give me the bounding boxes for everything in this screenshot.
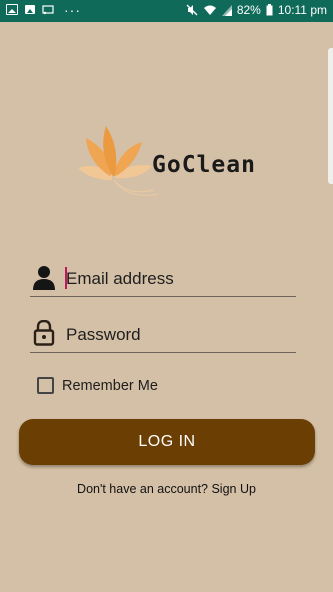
status-bar: ··· 82% 10:11 pm [0, 0, 333, 22]
email-field[interactable]: Email address [30, 262, 296, 297]
login-button[interactable]: LOG IN [19, 419, 315, 465]
remember-me-label[interactable]: Remember Me [62, 378, 158, 394]
more-dots-icon: ··· [64, 1, 81, 18]
edge-panel-handle[interactable] [328, 48, 333, 184]
app-name: GoClean [152, 152, 256, 178]
battery-percent: 82% [236, 3, 261, 17]
gallery-icon [6, 4, 18, 15]
signal-icon [221, 4, 232, 16]
lock-icon [33, 320, 55, 346]
photo-icon [25, 5, 35, 14]
cast-icon [42, 4, 54, 14]
email-input[interactable]: Email address [66, 269, 174, 289]
lotus-logo-icon [78, 126, 158, 196]
mute-icon [186, 4, 198, 16]
remember-me-checkbox[interactable] [37, 377, 54, 394]
password-input[interactable]: Password [66, 325, 141, 345]
remember-me-row[interactable]: Remember Me [37, 377, 158, 394]
password-field[interactable]: Password [30, 318, 296, 353]
wifi-icon [203, 5, 216, 15]
battery-icon [266, 4, 273, 16]
signup-link[interactable]: Don't have an account? Sign Up [0, 482, 333, 496]
user-icon [33, 266, 55, 290]
clock: 10:11 pm [277, 3, 327, 17]
